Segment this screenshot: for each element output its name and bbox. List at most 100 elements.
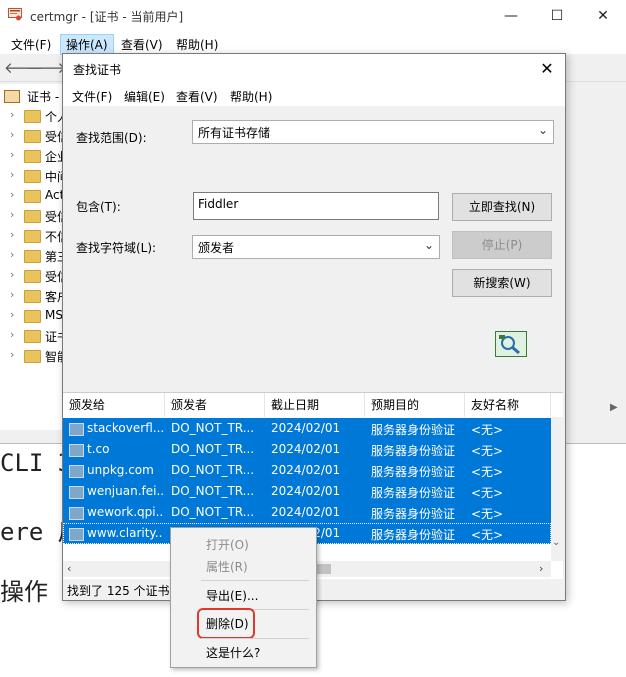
tree-root[interactable]: 证书 -	[0, 86, 66, 106]
dialog-menu-view[interactable]: 查看(V)	[171, 87, 223, 106]
scroll-right-icon[interactable]: ▶	[610, 402, 618, 413]
tree-item[interactable]: › 客户	[0, 286, 66, 306]
dialog-title: 查找证书	[73, 63, 122, 77]
ctx-delete[interactable]: 删除(D)	[206, 615, 249, 632]
certificate-icon	[69, 486, 84, 499]
cell-purpose: 服务器身份验证	[371, 423, 456, 437]
column-expiration[interactable]: 截止日期	[265, 393, 365, 417]
dialog-menu-bar: 文件(F) 编辑(E) 查看(V) 帮助(H)	[63, 84, 565, 106]
tree-item[interactable]: › Acti	[0, 186, 66, 206]
table-row[interactable]: wework.qpi... DO_NOT_TR... 2024/02/01 服务器身份…	[63, 502, 551, 523]
find-now-button[interactable]: 立即查找(N)	[452, 193, 552, 221]
table-row[interactable]: unpkg.com DO_NOT_TR... 2024/02/01 服务器身份验证 <无…	[63, 460, 551, 481]
table-row[interactable]: wenjuan.fei... DO_NOT_TR... 2024/02/01 服务器身…	[63, 481, 551, 502]
cell-issuer: DO_NOT_TR...	[171, 463, 255, 477]
scope-select[interactable]: 所有证书存储 ⌄	[192, 120, 554, 144]
forward-arrow-icon[interactable]: 🡒	[26, 59, 66, 77]
tree-item[interactable]: › 受信	[0, 266, 66, 286]
certificate-icon	[69, 465, 84, 478]
column-issuer[interactable]: 颁发者	[165, 393, 265, 417]
menu-view[interactable]: 查看(V)	[116, 35, 168, 54]
tree-root-label: 证书 -	[27, 90, 60, 104]
chevron-right-icon[interactable]: ›	[10, 228, 14, 241]
table-row[interactable]: stackoverfl... DO_NOT_TR... 2024/02/01 服务器身…	[63, 418, 551, 439]
tree-item[interactable]: › 智能	[0, 346, 66, 366]
column-purpose[interactable]: 预期目的	[365, 393, 465, 417]
search-animation-icon	[495, 331, 527, 357]
certificate-icon	[69, 528, 84, 541]
tree-item[interactable]: › 受信	[0, 126, 66, 146]
column-friendly-name[interactable]: 友好名称	[465, 393, 551, 417]
certificate-icon	[69, 423, 84, 436]
table-row[interactable]: t.co DO_NOT_TR... 2024/02/01 服务器身份验证 <无>	[63, 439, 551, 460]
search-field-select[interactable]: 颁发者 ⌄	[192, 235, 440, 259]
menu-help[interactable]: 帮助(H)	[171, 35, 223, 54]
tree-item[interactable]: › 证书	[0, 326, 66, 346]
contains-input[interactable]: Fiddler	[193, 192, 439, 220]
dialog-close-button[interactable]: ✕	[535, 57, 559, 81]
chevron-right-icon[interactable]: ›	[10, 208, 14, 221]
chevron-right-icon[interactable]: ›	[10, 308, 14, 321]
chevron-right-icon[interactable]: ›	[10, 248, 14, 261]
certificate-store-icon	[4, 90, 20, 103]
ctx-separator	[201, 580, 309, 581]
tree-item[interactable]: › 受信	[0, 206, 66, 226]
folder-icon	[24, 110, 41, 123]
folder-icon	[24, 190, 41, 203]
cell-purpose: 服务器身份验证	[371, 528, 456, 542]
folder-icon	[24, 230, 41, 243]
back-arrow-icon[interactable]: 🡐	[4, 59, 44, 77]
ctx-open[interactable]: 打开(O)	[206, 536, 249, 553]
scroll-down-icon[interactable]: ⌄	[552, 537, 560, 548]
folder-icon	[24, 330, 41, 343]
ctx-export[interactable]: 导出(E)...	[206, 587, 258, 604]
chevron-right-icon[interactable]: ›	[10, 288, 14, 301]
maximize-button[interactable]: ☐	[534, 0, 580, 32]
cell-issued-to: stackoverfl...	[87, 421, 163, 435]
chevron-right-icon[interactable]: ›	[10, 348, 14, 361]
cell-issuer: DO_NOT_TR...	[171, 484, 255, 498]
folder-icon	[24, 350, 41, 363]
folder-icon	[24, 270, 41, 283]
stop-button[interactable]: 停止(P)	[452, 231, 552, 259]
cell-expires: 2024/02/01	[271, 421, 341, 435]
minimize-button[interactable]: —	[488, 0, 534, 32]
tree-item[interactable]: › 第三	[0, 246, 66, 266]
tree-item[interactable]: › MS	[0, 306, 66, 326]
cell-expires: 2024/02/01	[271, 505, 341, 519]
chevron-right-icon[interactable]: ›	[10, 148, 14, 161]
chevron-right-icon[interactable]: ›	[10, 128, 14, 141]
tree-item[interactable]: › 中间	[0, 166, 66, 186]
column-issued-to[interactable]: 颁发给	[63, 393, 165, 417]
search-field-label: 查找字符域(L):	[76, 241, 157, 255]
cell-issued-to: wework.qpi...	[87, 505, 163, 519]
scroll-right-icon[interactable]: ›	[539, 562, 543, 575]
close-button[interactable]: ✕	[580, 0, 626, 32]
cell-friendly: <无>	[471, 423, 504, 437]
ctx-properties[interactable]: 属性(R)	[206, 558, 248, 575]
tree-item[interactable]: › 个人	[0, 106, 66, 126]
new-search-button[interactable]: 新搜索(W)	[452, 269, 552, 297]
tree-item[interactable]: › 企业	[0, 146, 66, 166]
ctx-whats-this[interactable]: 这是什么?	[206, 644, 260, 661]
folder-icon	[24, 130, 41, 143]
results-vertical-scrollbar[interactable]: ⌄	[551, 417, 563, 561]
chevron-right-icon[interactable]: ›	[10, 188, 14, 201]
chevron-right-icon[interactable]: ›	[10, 168, 14, 181]
dialog-menu-file[interactable]: 文件(F)	[67, 87, 117, 106]
chevron-right-icon[interactable]: ›	[10, 328, 14, 341]
chevron-right-icon[interactable]: ›	[10, 268, 14, 281]
cell-issuer: DO_NOT_TR...	[171, 442, 255, 456]
tree-item[interactable]: › 不信	[0, 226, 66, 246]
find-certificates-dialog: 查找证书 ✕ 文件(F) 编辑(E) 查看(V) 帮助(H) 查找范围(D): …	[62, 53, 566, 601]
chevron-down-icon: ⌄	[423, 238, 434, 252]
certificate-icon	[69, 507, 84, 520]
scroll-left-icon[interactable]: ‹	[67, 562, 71, 575]
dialog-menu-help[interactable]: 帮助(H)	[225, 87, 277, 106]
dialog-menu-edit[interactable]: 编辑(E)	[119, 87, 170, 106]
chevron-right-icon[interactable]: ›	[10, 108, 14, 121]
menu-action[interactable]: 操作(A)	[60, 34, 114, 55]
cell-issuer: DO_NOT_TR...	[171, 505, 255, 519]
menu-file[interactable]: 文件(F)	[6, 35, 56, 54]
chevron-down-icon: ⌄	[537, 123, 548, 137]
